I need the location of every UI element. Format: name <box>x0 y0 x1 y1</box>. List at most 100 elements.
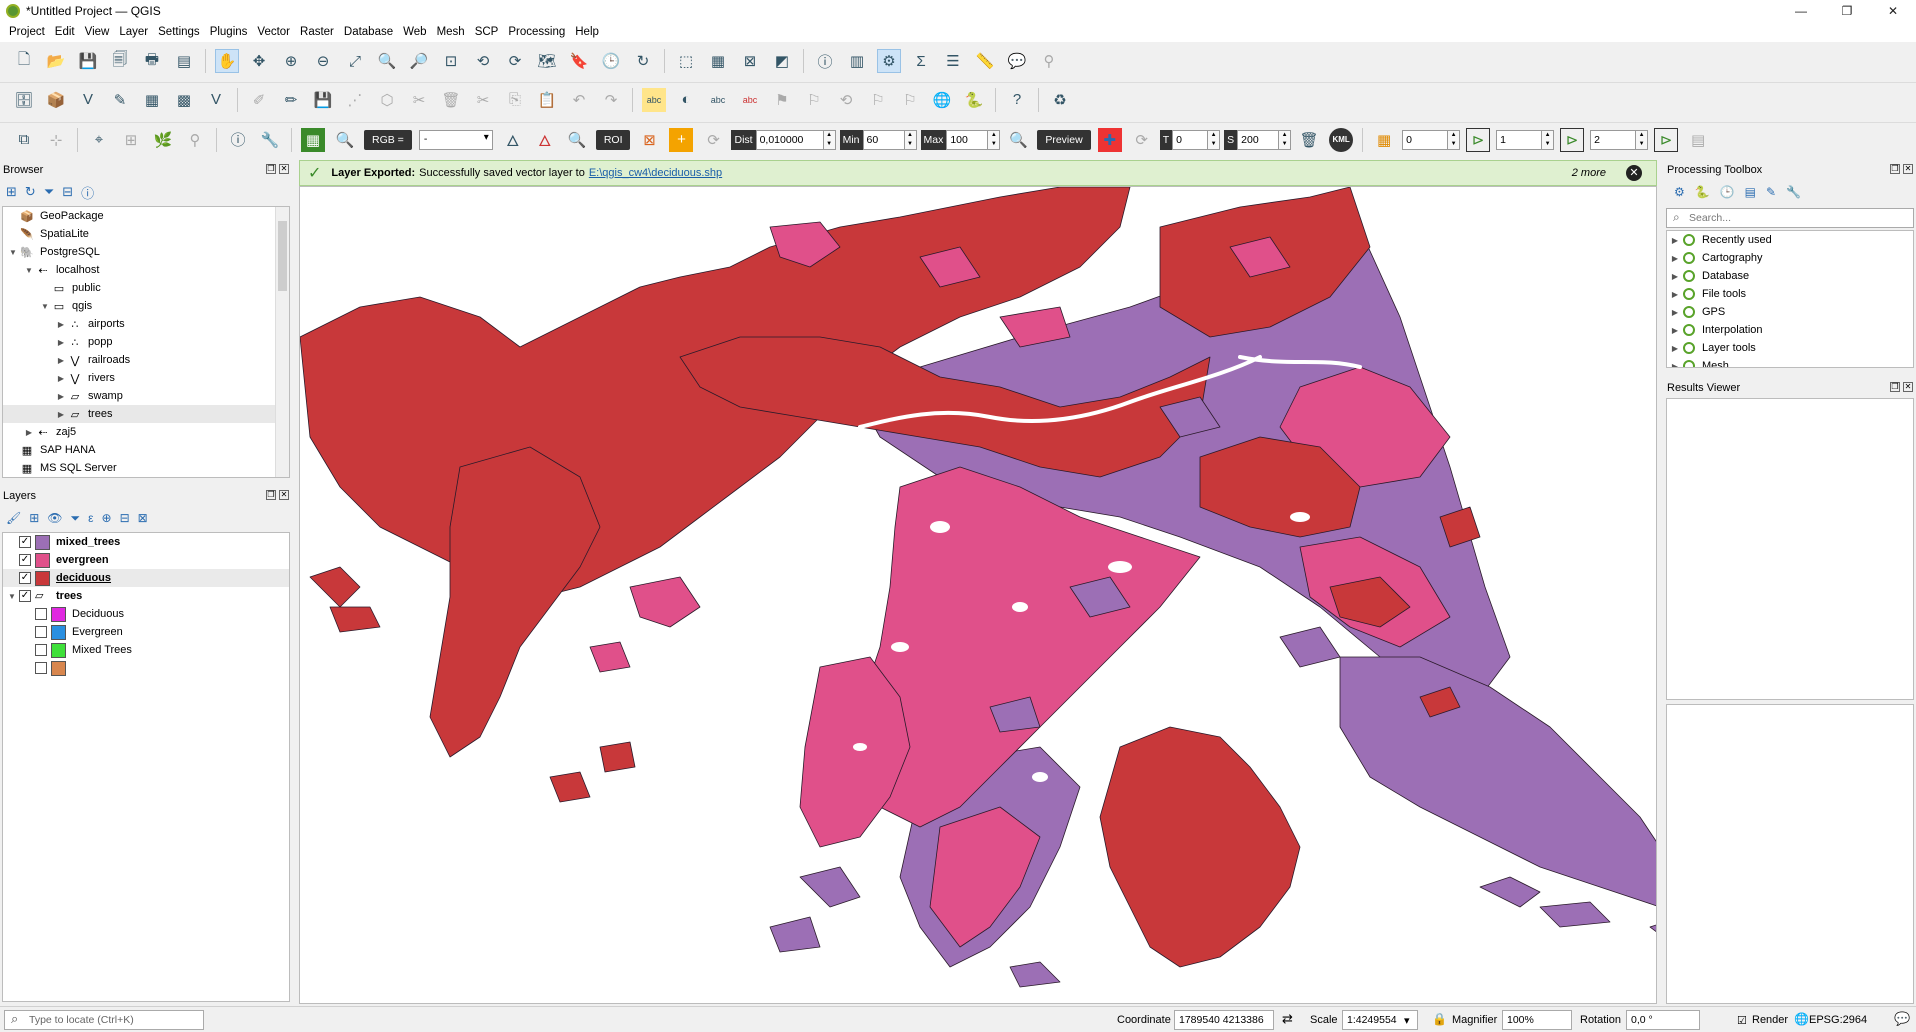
layer-item[interactable] <box>3 659 289 677</box>
preview-button[interactable]: Preview <box>1037 129 1091 150</box>
roi-redo-icon[interactable]: ⟳ <box>701 128 725 152</box>
refresh-browser-icon[interactable]: ↻ <box>25 184 36 200</box>
browser-item[interactable]: ▭ public <box>3 279 289 297</box>
manage-visibility-icon[interactable]: 👁 <box>47 511 62 525</box>
processing-item[interactable]: ▶ Layer tools <box>1667 339 1913 357</box>
processing-item[interactable]: ▶ GPS <box>1667 303 1913 321</box>
select-location-icon[interactable]: ◩ <box>770 49 794 73</box>
scp-info-icon[interactable]: ⓘ <box>226 128 250 152</box>
layer-item[interactable]: Evergreen <box>3 623 289 641</box>
statistics-sum-icon[interactable]: Σ <box>909 49 933 73</box>
select-by-value-icon[interactable]: ▦ <box>706 49 730 73</box>
menu-plugins[interactable]: Plugins <box>205 26 253 38</box>
layer-item[interactable]: Mixed Trees <box>3 641 289 659</box>
options-icon[interactable]: 🔧 <box>1786 185 1801 199</box>
browser-item[interactable]: ▶ ⋁ railroads <box>3 351 289 369</box>
expand-arrow-icon[interactable]: ▶ <box>55 320 67 329</box>
message-link[interactable]: E:\qgis_cw4\deciduous.shp <box>589 167 722 179</box>
layer-labeling-icon[interactable]: ◐ <box>674 88 698 112</box>
menu-mesh[interactable]: Mesh <box>432 26 470 38</box>
zoom-full-icon[interactable]: ⤢ <box>343 49 367 73</box>
snapping-icon[interactable]: ⊹ <box>44 128 68 152</box>
expand-all-icon[interactable]: ⊕ <box>102 511 112 525</box>
select-features-icon[interactable]: ⬚ <box>674 49 698 73</box>
menu-web[interactable]: Web <box>398 26 431 38</box>
change-label-icon[interactable]: ⚐ <box>866 88 890 112</box>
zoom-selection-icon[interactable]: 🔍 <box>375 49 399 73</box>
roi-add-icon[interactable]: + <box>669 127 694 152</box>
edit-features-icon[interactable]: ✎ <box>1766 185 1776 199</box>
layer-item[interactable]: ✓ deciduous <box>3 569 289 587</box>
collapse-all-layers-icon[interactable]: ⊟ <box>120 511 130 525</box>
roi-create-icon[interactable]: ⊠ <box>637 128 661 152</box>
digitize-icon[interactable]: ⋰ <box>343 88 367 112</box>
models-icon[interactable]: ⚙ <box>1674 185 1685 199</box>
lock-scale-icon[interactable]: 🔒 <box>1432 1012 1447 1026</box>
results-detail[interactable] <box>1666 704 1914 1004</box>
minimize-button[interactable]: — <box>1778 0 1824 22</box>
scale-dropdown-icon[interactable]: ▾ <box>1404 1014 1410 1027</box>
coordinate-field[interactable]: 1789540 4213386 <box>1174 1010 1274 1030</box>
menu-help[interactable]: Help <box>570 26 604 38</box>
expand-arrow-icon[interactable]: ▶ <box>55 338 67 347</box>
remove-layer-icon[interactable]: ⊠ <box>138 511 148 525</box>
scp-main-icon[interactable]: ▦ <box>301 127 325 152</box>
close-panel-icon[interactable]: ✕ <box>279 164 289 174</box>
style-layer-icon[interactable]: 🖌 <box>6 511 21 525</box>
new-map-view-icon[interactable]: 🗺 <box>535 49 559 73</box>
save-edits-icon[interactable]: 💾 <box>311 88 335 112</box>
identify-icon[interactable]: ⓘ <box>813 49 837 73</box>
expand-arrow-icon[interactable]: ▶ <box>1667 344 1683 353</box>
menu-scp[interactable]: SCP <box>470 26 504 38</box>
data-source-manager-icon[interactable]: 🗄 <box>12 88 36 112</box>
browser-item[interactable]: ▼ 🐘 PostgreSQL <box>3 243 289 261</box>
menu-processing[interactable]: Processing <box>503 26 570 38</box>
dist-field[interactable]: Dist 0,010000 ▲ ▼ <box>731 129 836 151</box>
pin-label-icon[interactable]: abc <box>738 88 762 112</box>
processing-item[interactable]: ▶ Cartography <box>1667 249 1913 267</box>
browser-item[interactable]: ▶ ▱ trees <box>3 405 289 423</box>
band-a-field[interactable]: 0 ▲ ▼ <box>1402 129 1461 151</box>
processing-item[interactable]: ▶ Recently used <box>1667 231 1913 249</box>
save-project-icon[interactable]: 💾 <box>76 49 100 73</box>
roi-zoom-icon[interactable]: 🔍 <box>565 128 589 152</box>
band-set-icon[interactable]: ▦ <box>1372 128 1396 152</box>
expand-arrow-icon[interactable]: ▶ <box>55 392 67 401</box>
cut-icon[interactable]: ✂ <box>471 88 495 112</box>
browser-scrollbar[interactable] <box>275 207 289 477</box>
browser-item[interactable]: ▶ ∴ airports <box>3 315 289 333</box>
results-list[interactable] <box>1666 398 1914 700</box>
menu-vector[interactable]: Vector <box>252 26 295 38</box>
float-panel-icon[interactable]: ❐ <box>1890 164 1900 174</box>
processing-item[interactable]: ▶ Mesh <box>1667 357 1913 367</box>
layer-item[interactable]: ▼ ✓ ▱ trees <box>3 587 289 605</box>
add-delimited-icon[interactable]: V <box>204 88 228 112</box>
zoom-next-icon[interactable]: ⟳ <box>503 49 527 73</box>
temporal-icon[interactable]: 🕒 <box>599 49 623 73</box>
toggle-extents-icon[interactable]: ⇄ <box>1282 1011 1293 1027</box>
close-window-button[interactable]: ✕ <box>1870 0 1916 22</box>
help-icon[interactable]: ? <box>1005 88 1029 112</box>
close-panel-icon[interactable]: ✕ <box>279 490 289 500</box>
add-selected-icon[interactable]: ⊞ <box>6 184 17 200</box>
python-console-icon[interactable]: 🐍 <box>962 88 986 112</box>
open-project-icon[interactable]: 📂 <box>44 49 68 73</box>
crs-label[interactable]: EPSG:2964 <box>1809 1014 1867 1026</box>
preview-zoom-icon[interactable]: 🔍 <box>1006 128 1030 152</box>
annotation-icon[interactable]: ⚲ <box>1037 49 1061 73</box>
expand-arrow-icon[interactable]: ▶ <box>23 428 35 437</box>
delete-selected-icon[interactable]: 🗑 <box>439 88 463 112</box>
plugin-globe-icon[interactable]: 🌐 <box>930 88 954 112</box>
layer-item[interactable]: ✓ evergreen <box>3 551 289 569</box>
layer-item[interactable]: Deciduous <box>3 605 289 623</box>
close-panel-icon[interactable]: ✕ <box>1903 382 1913 392</box>
add-mesh-icon[interactable]: ▩ <box>172 88 196 112</box>
band-b-field[interactable]: 1 ▲ ▼ <box>1496 129 1555 151</box>
filter-expression-icon[interactable]: ε <box>88 511 93 525</box>
processing-item[interactable]: ▶ Interpolation <box>1667 321 1913 339</box>
layers-tree[interactable]: ✓ mixed_trees ✓ evergreen ✓ deciduous ▼ ✓ ▱ trees… <box>2 532 290 1002</box>
band-next-c-icon[interactable]: ⊳ <box>1654 127 1679 152</box>
processing-search-input[interactable]: Search... <box>1666 208 1914 228</box>
float-panel-icon[interactable]: ❐ <box>266 490 276 500</box>
preview-redo-icon[interactable]: ⟳ <box>1130 128 1154 152</box>
